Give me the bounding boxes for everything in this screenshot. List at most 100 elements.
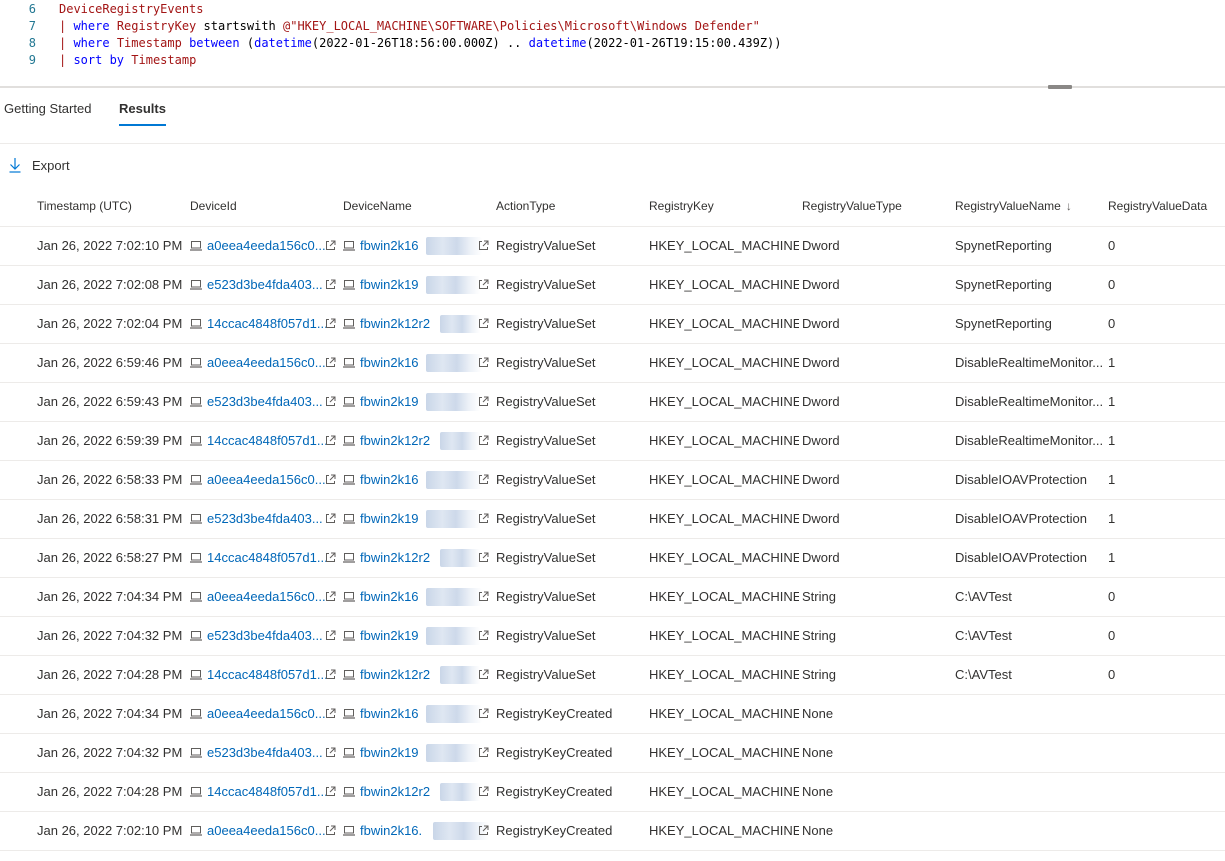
open-in-new-icon[interactable] bbox=[325, 708, 336, 719]
device-id-link[interactable]: a0eea4eeda156c0... bbox=[207, 812, 326, 850]
open-in-new-icon[interactable] bbox=[478, 513, 489, 524]
device-name-link[interactable]: fbwin2k19 bbox=[360, 394, 419, 409]
device-id-link[interactable]: 14ccac4848f057d1... bbox=[207, 422, 328, 460]
cell-registry-value-type: None bbox=[802, 745, 834, 760]
table-row[interactable]: Jan 26, 2022 7:04:28 PM 14ccac4848f057d1.… bbox=[0, 656, 1225, 695]
column-header-registry-value-type[interactable]: RegistryValueType bbox=[802, 187, 952, 226]
column-header-registry-value-data[interactable]: RegistryValueData bbox=[1108, 187, 1218, 226]
open-in-new-icon[interactable] bbox=[325, 630, 336, 641]
table-row[interactable]: Jan 26, 2022 7:04:34 PM a0eea4eeda156c0..… bbox=[0, 578, 1225, 617]
open-in-new-icon[interactable] bbox=[478, 240, 489, 251]
open-in-new-icon[interactable] bbox=[325, 318, 336, 329]
open-in-new-icon[interactable] bbox=[478, 669, 489, 680]
table-row[interactable]: Jan 26, 2022 6:58:33 PM a0eea4eeda156c0..… bbox=[0, 461, 1225, 500]
device-id-link[interactable]: a0eea4eeda156c0... bbox=[207, 578, 326, 616]
device-id-link[interactable]: e523d3be4fda403... bbox=[207, 383, 323, 421]
cell-action-type: RegistryValueSet bbox=[496, 628, 596, 643]
table-row[interactable]: Jan 26, 2022 6:59:39 PM 14ccac4848f057d1.… bbox=[0, 422, 1225, 461]
device-name-link[interactable]: fbwin2k16 bbox=[360, 589, 419, 604]
device-id-link[interactable]: e523d3be4fda403... bbox=[207, 734, 323, 772]
column-header-device-name[interactable]: DeviceName bbox=[343, 187, 493, 226]
open-in-new-icon[interactable] bbox=[478, 552, 489, 563]
device-id-link[interactable]: e523d3be4fda403... bbox=[207, 500, 323, 538]
device-name-link[interactable]: fbwin2k16 bbox=[360, 238, 419, 253]
open-in-new-icon[interactable] bbox=[478, 708, 489, 719]
export-button[interactable]: Export bbox=[8, 154, 70, 176]
open-in-new-icon[interactable] bbox=[325, 279, 336, 290]
device-name-link[interactable]: fbwin2k19 bbox=[360, 277, 419, 292]
open-in-new-icon[interactable] bbox=[478, 357, 489, 368]
open-in-new-icon[interactable] bbox=[325, 669, 336, 680]
device-name-link[interactable]: fbwin2k19 bbox=[360, 628, 419, 643]
open-in-new-icon[interactable] bbox=[478, 396, 489, 407]
table-row[interactable]: Jan 26, 2022 7:02:04 PM 14ccac4848f057d1.… bbox=[0, 305, 1225, 344]
open-in-new-icon[interactable] bbox=[325, 240, 336, 251]
device-id-link[interactable]: a0eea4eeda156c0... bbox=[207, 695, 326, 733]
query-editor[interactable]: 6 DeviceRegistryEvents 7 | where RegistryKe… bbox=[0, 0, 1225, 86]
result-tabs: Getting Started Results bbox=[0, 96, 1225, 132]
cell-registry-key: HKEY_LOCAL_MACHINE... bbox=[649, 472, 799, 487]
device-name-link[interactable]: fbwin2k16. bbox=[360, 823, 422, 838]
tab-results[interactable]: Results bbox=[119, 96, 166, 126]
column-header-timestamp[interactable]: Timestamp (UTC) bbox=[37, 187, 187, 226]
open-in-new-icon[interactable] bbox=[478, 747, 489, 758]
open-in-new-icon[interactable] bbox=[478, 435, 489, 446]
open-in-new-icon[interactable] bbox=[325, 357, 336, 368]
open-in-new-icon[interactable] bbox=[325, 552, 336, 563]
device-id-link[interactable]: 14ccac4848f057d1... bbox=[207, 773, 328, 811]
column-header-registry-value-name[interactable]: RegistryValueName ↓ bbox=[955, 187, 1105, 226]
table-row[interactable]: Jan 26, 2022 7:04:34 PM a0eea4eeda156c0..… bbox=[0, 695, 1225, 734]
device-name-link[interactable]: fbwin2k16 bbox=[360, 706, 419, 721]
open-in-new-icon[interactable] bbox=[478, 279, 489, 290]
device-name-link[interactable]: fbwin2k12r2 bbox=[360, 316, 430, 331]
device-name-link[interactable]: fbwin2k12r2 bbox=[360, 784, 430, 799]
open-in-new-icon[interactable] bbox=[325, 474, 336, 485]
open-in-new-icon[interactable] bbox=[325, 786, 336, 797]
device-id-link[interactable]: 14ccac4848f057d1... bbox=[207, 305, 328, 343]
open-in-new-icon[interactable] bbox=[325, 435, 336, 446]
table-row[interactable]: Jan 26, 2022 6:59:43 PM e523d3be4fda403..… bbox=[0, 383, 1225, 422]
device-id-link[interactable]: a0eea4eeda156c0... bbox=[207, 461, 326, 499]
device-id-link[interactable]: e523d3be4fda403... bbox=[207, 266, 323, 304]
open-in-new-icon[interactable] bbox=[325, 591, 336, 602]
device-id-link[interactable]: 14ccac4848f057d1... bbox=[207, 539, 328, 577]
column-header-device-id[interactable]: DeviceId bbox=[190, 187, 340, 226]
table-row[interactable]: Jan 26, 2022 7:04:32 PM e523d3be4fda403..… bbox=[0, 734, 1225, 773]
cell-device-id: 14ccac4848f057d1... bbox=[190, 305, 340, 343]
open-in-new-icon[interactable] bbox=[325, 513, 336, 524]
device-name-link[interactable]: fbwin2k12r2 bbox=[360, 550, 430, 565]
table-row[interactable]: Jan 26, 2022 7:02:10 PM a0eea4eeda156c0..… bbox=[0, 226, 1225, 266]
pane-resize-handle[interactable] bbox=[1048, 85, 1072, 89]
cell-registry-value-name: DisableIOAVProtection bbox=[955, 511, 1087, 526]
open-in-new-icon[interactable] bbox=[478, 786, 489, 797]
device-id-link[interactable]: a0eea4eeda156c0... bbox=[207, 227, 326, 265]
open-in-new-icon[interactable] bbox=[325, 396, 336, 407]
device-name-link[interactable]: fbwin2k12r2 bbox=[360, 667, 430, 682]
open-in-new-icon[interactable] bbox=[478, 825, 489, 836]
column-header-registry-key[interactable]: RegistryKey bbox=[649, 187, 799, 226]
table-row[interactable]: Jan 26, 2022 7:02:10 PM a0eea4eeda156c0..… bbox=[0, 812, 1225, 851]
device-id-link[interactable]: e523d3be4fda403... bbox=[207, 617, 323, 655]
device-name-link[interactable]: fbwin2k19 bbox=[360, 745, 419, 760]
device-id-link[interactable]: a0eea4eeda156c0... bbox=[207, 344, 326, 382]
table-row[interactable]: Jan 26, 2022 7:02:08 PM e523d3be4fda403..… bbox=[0, 266, 1225, 305]
table-row[interactable]: Jan 26, 2022 7:04:28 PM 14ccac4848f057d1.… bbox=[0, 773, 1225, 812]
cell-device-id: e523d3be4fda403... bbox=[190, 500, 340, 538]
table-row[interactable]: Jan 26, 2022 6:58:31 PM e523d3be4fda403..… bbox=[0, 500, 1225, 539]
open-in-new-icon[interactable] bbox=[478, 318, 489, 329]
table-row[interactable]: Jan 26, 2022 7:04:32 PM e523d3be4fda403..… bbox=[0, 617, 1225, 656]
device-name-link[interactable]: fbwin2k19 bbox=[360, 511, 419, 526]
table-row[interactable]: Jan 26, 2022 6:58:27 PM 14ccac4848f057d1.… bbox=[0, 539, 1225, 578]
device-id-link[interactable]: 14ccac4848f057d1... bbox=[207, 656, 328, 694]
open-in-new-icon[interactable] bbox=[478, 630, 489, 641]
device-name-link[interactable]: fbwin2k16 bbox=[360, 355, 419, 370]
open-in-new-icon[interactable] bbox=[325, 825, 336, 836]
open-in-new-icon[interactable] bbox=[478, 474, 489, 485]
open-in-new-icon[interactable] bbox=[478, 591, 489, 602]
device-name-link[interactable]: fbwin2k12r2 bbox=[360, 433, 430, 448]
table-row[interactable]: Jan 26, 2022 6:59:46 PM a0eea4eeda156c0..… bbox=[0, 344, 1225, 383]
device-name-link[interactable]: fbwin2k16 bbox=[360, 472, 419, 487]
open-in-new-icon[interactable] bbox=[325, 747, 336, 758]
tab-getting-started[interactable]: Getting Started bbox=[4, 96, 91, 126]
column-header-action-type[interactable]: ActionType bbox=[496, 187, 646, 226]
